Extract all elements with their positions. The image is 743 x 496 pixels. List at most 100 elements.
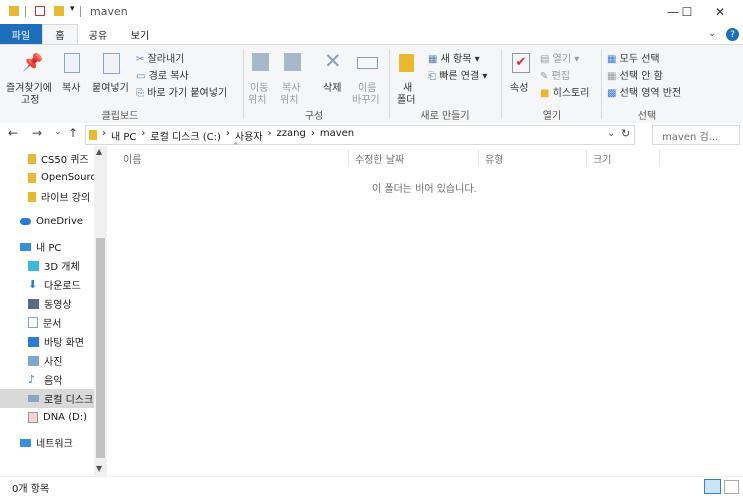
search-box[interactable]: maven 검... bbox=[652, 125, 740, 145]
address-dropdown-icon[interactable]: ⌄ bbox=[607, 128, 615, 139]
nav-item-live-lecture[interactable]: 라이브 강의 bbox=[0, 187, 94, 206]
breadcrumb-local-disk[interactable]: 로컬 디스크 (C:) bbox=[150, 128, 221, 143]
breadcrumb-zzang[interactable]: zzang bbox=[277, 128, 306, 143]
scroll-down-icon[interactable]: ▼ bbox=[96, 464, 102, 473]
easy-access-button[interactable]: ⎗ 빠른 연결 ▾ bbox=[428, 67, 488, 82]
computer-icon bbox=[20, 242, 31, 251]
paste-shortcut-label: 바로 가기 붙여넣기 bbox=[147, 88, 228, 99]
move-to-button[interactable]: 이동 위치 bbox=[248, 51, 274, 106]
cut-button[interactable]: ✂ 잘라내기 bbox=[136, 50, 184, 65]
nav-label: 문서 bbox=[43, 319, 62, 330]
search-input[interactable]: maven 검... bbox=[662, 128, 718, 143]
group-new: 새로 만들기 bbox=[420, 111, 470, 122]
nav-item-cs50[interactable]: CS50 퀴즈 bbox=[0, 149, 94, 168]
nav-label: 네트워크 bbox=[36, 439, 73, 450]
nav-item-music[interactable]: ♪ 음악 bbox=[0, 370, 94, 389]
collapse-ribbon-icon[interactable]: ⌄ bbox=[708, 28, 716, 39]
nav-item-pictures[interactable]: 사진 bbox=[0, 351, 94, 370]
tab-share[interactable]: 공유 bbox=[78, 24, 118, 44]
breadcrumb-this-pc[interactable]: 내 PC bbox=[111, 128, 136, 143]
address-bar[interactable]: › 내 PC › 로컬 디스크 (C:) › 사용자 › zzang › mav… bbox=[85, 125, 635, 145]
new-item-button[interactable]: ▦ 새 항목 ▾ bbox=[428, 50, 480, 65]
close-button[interactable]: ✕ bbox=[697, 0, 743, 24]
history-button[interactable]: ■ 히스토리 bbox=[540, 84, 589, 99]
column-type[interactable]: 유형 bbox=[485, 150, 585, 166]
divider bbox=[25, 6, 26, 17]
edit-icon: ✎ bbox=[540, 71, 549, 82]
rename-button[interactable]: 이름 바꾸기 bbox=[352, 51, 382, 106]
chevron-down-icon: ▾ bbox=[474, 54, 480, 65]
large-icons-view-icon[interactable] bbox=[724, 480, 739, 494]
nav-scrollbar[interactable]: ▲ ▼ bbox=[94, 146, 107, 476]
edit-button[interactable]: ✎ 편집 bbox=[540, 67, 570, 82]
move-to-label-2: 위치 bbox=[248, 95, 267, 106]
open-button[interactable]: ▤ 열기 ▾ bbox=[540, 50, 579, 65]
nav-label: 3D 개체 bbox=[44, 262, 80, 273]
nav-item-3d-objects[interactable]: 3D 개체 bbox=[0, 256, 94, 275]
copy-to-button[interactable]: 복사 위치 bbox=[280, 51, 306, 106]
column-size[interactable]: 크기 bbox=[593, 150, 653, 166]
select-none-label: 선택 안 함 bbox=[619, 71, 663, 82]
nav-item-downloads[interactable]: ⬇ 다운로드 bbox=[0, 275, 94, 294]
copy-to-label-2: 위치 bbox=[280, 95, 299, 106]
ribbon-tabs: 파일 홈 공유 보기 ⌄ ? bbox=[0, 24, 743, 44]
up-icon[interactable]: ↑ bbox=[68, 126, 78, 140]
delete-button[interactable]: ✕ 삭제 bbox=[320, 49, 348, 103]
forward-icon[interactable]: → bbox=[32, 126, 42, 140]
copy-button[interactable]: 복사 bbox=[60, 51, 86, 94]
new-folder-icon[interactable] bbox=[54, 6, 64, 16]
nav-item-dna-drive[interactable]: DNA (D:) bbox=[0, 408, 94, 427]
pin-quick-access-button[interactable]: 📌 즐겨찾기에 고정 bbox=[4, 51, 58, 106]
scroll-thumb[interactable] bbox=[96, 238, 105, 458]
help-icon[interactable]: ? bbox=[726, 28, 739, 41]
maximize-icon: ☐ bbox=[681, 5, 693, 19]
breadcrumb-users[interactable]: 사용자 bbox=[235, 128, 263, 143]
window-title: maven bbox=[90, 5, 128, 18]
divider bbox=[586, 150, 587, 166]
column-date-modified[interactable]: 수정한 날짜 bbox=[355, 150, 475, 166]
nav-item-videos[interactable]: 동영상 bbox=[0, 294, 94, 313]
tab-file[interactable]: 파일 bbox=[0, 24, 42, 44]
qa-dropdown-icon[interactable]: ▾ bbox=[70, 4, 75, 14]
folder-icon bbox=[28, 191, 36, 202]
chevron-down-icon: ▾ bbox=[482, 71, 488, 82]
nav-item-network[interactable]: 네트워크 bbox=[0, 433, 94, 452]
properties-button[interactable]: ✔ 속성 bbox=[506, 51, 536, 103]
copy-path-button[interactable]: ▭ 경로 복사 bbox=[136, 67, 189, 82]
status-bar: 0개 항목 bbox=[0, 476, 743, 496]
refresh-icon[interactable]: ↻ bbox=[621, 127, 630, 140]
nav-item-this-pc[interactable]: 내 PC bbox=[0, 237, 94, 256]
tab-home[interactable]: 홈 bbox=[42, 24, 78, 44]
nav-label: DNA (D:) bbox=[43, 412, 88, 423]
nav-item-desktop[interactable]: 바탕 화면 bbox=[0, 332, 94, 351]
tab-view[interactable]: 보기 bbox=[120, 24, 160, 44]
select-all-button[interactable]: ▦ 모두 선택 bbox=[607, 50, 660, 65]
back-icon[interactable]: ← bbox=[8, 126, 18, 140]
nav-item-documents[interactable]: 문서 bbox=[0, 313, 94, 332]
nav-item-onedrive[interactable]: OneDrive bbox=[0, 212, 94, 231]
cloud-icon bbox=[20, 218, 31, 225]
select-none-icon: ▦ bbox=[607, 71, 617, 82]
paste-button[interactable]: 붙여넣기 bbox=[90, 51, 134, 94]
divider bbox=[601, 49, 602, 119]
properties-icon[interactable] bbox=[35, 6, 45, 16]
details-view-icon[interactable] bbox=[704, 479, 721, 494]
picture-icon bbox=[28, 355, 39, 366]
invert-selection-button[interactable]: ▩ 선택 영역 반전 bbox=[607, 84, 681, 99]
column-name[interactable]: 이름 bbox=[123, 150, 353, 166]
select-none-button[interactable]: ▦ 선택 안 함 bbox=[607, 67, 663, 82]
network-icon bbox=[20, 438, 31, 447]
scroll-up-icon[interactable]: ▲ bbox=[96, 147, 102, 156]
checkmark-icon: ✔ bbox=[512, 53, 530, 73]
rename-icon bbox=[357, 57, 378, 69]
usb-drive-icon bbox=[28, 412, 38, 423]
nav-item-local-disk[interactable]: 로컬 디스크 bbox=[0, 389, 94, 408]
recent-dropdown-icon[interactable]: ⌄ bbox=[54, 127, 62, 137]
new-folder-button[interactable]: 새 폴더 bbox=[394, 51, 422, 106]
breadcrumb-maven[interactable]: maven bbox=[320, 128, 354, 143]
nav-item-opensource[interactable]: OpenSource bbox=[0, 168, 94, 187]
divider bbox=[389, 49, 390, 119]
paste-shortcut-button[interactable]: ⎘ 바로 가기 붙여넣기 bbox=[136, 84, 228, 99]
divider bbox=[80, 6, 81, 17]
nav-label: 라이브 강의 bbox=[41, 193, 91, 204]
